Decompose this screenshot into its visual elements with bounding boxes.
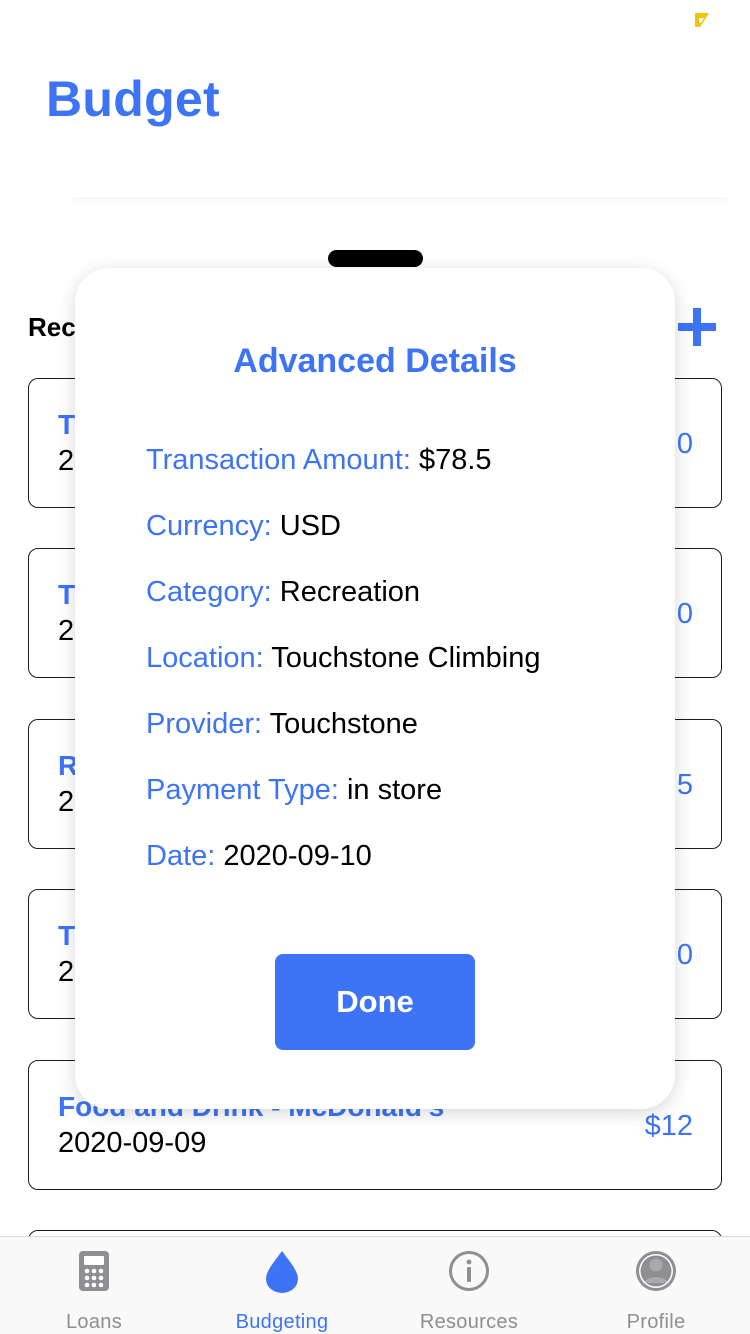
detail-label: Transaction Amount: [146, 444, 411, 476]
status-indicator-icon [695, 13, 709, 27]
done-button[interactable]: Done [275, 954, 475, 1050]
header-divider [70, 197, 730, 205]
transaction-date: 2 [58, 615, 75, 647]
detail-row-payment-type: Payment Type: in store [146, 774, 442, 807]
tab-bar: Loans Budgeting Resources Profile [0, 1236, 750, 1334]
detail-row-date: Date: 2020-09-10 [146, 840, 372, 873]
drop-icon [266, 1251, 298, 1293]
sheet-drag-handle[interactable] [328, 250, 423, 267]
transaction-amount: 0 [676, 598, 693, 630]
detail-label: Currency: [146, 510, 272, 542]
detail-label: Date: [146, 840, 216, 872]
transaction-amount: 0 [676, 939, 693, 971]
transaction-title: T [58, 409, 76, 440]
tab-resources[interactable]: Resources [375, 1237, 563, 1334]
tab-loans[interactable]: Loans [0, 1237, 188, 1334]
detail-row-category: Category: Recreation [146, 576, 420, 609]
transaction-date: 2 [58, 445, 75, 477]
plus-icon[interactable] [678, 307, 718, 347]
detail-row-amount: Transaction Amount: $78.5 [146, 444, 492, 477]
tab-label: Budgeting [235, 1311, 329, 1333]
tab-budgeting[interactable]: Budgeting [188, 1237, 376, 1334]
detail-value: in store [346, 774, 443, 806]
transaction-date: 2 [58, 786, 75, 818]
transaction-title: T [58, 579, 76, 610]
transaction-amount: 5 [676, 769, 693, 801]
calculator-icon [79, 1251, 109, 1291]
page-title: Budget [46, 71, 220, 127]
detail-label: Provider: [146, 708, 263, 740]
detail-value: Touchstone [269, 708, 418, 740]
detail-row-provider: Provider: Touchstone [146, 708, 418, 741]
transaction-title: T [58, 920, 76, 951]
tab-profile[interactable]: Profile [562, 1237, 750, 1334]
tab-label: Loans [66, 1311, 122, 1333]
detail-row-location: Location: Touchstone Climbing [146, 642, 540, 675]
transaction-date: 2020-09-09 [58, 1127, 207, 1159]
transaction-amount: 0 [676, 428, 693, 460]
person-icon [636, 1251, 676, 1291]
tab-label: Resources [419, 1311, 519, 1333]
detail-value: $78.5 [418, 444, 492, 476]
modal-title: Advanced Details [233, 342, 517, 380]
detail-value: Touchstone Climbing [271, 642, 541, 674]
detail-value: USD [279, 510, 341, 542]
transaction-date: 2 [58, 956, 75, 988]
detail-value: 2020-09-10 [223, 840, 372, 872]
detail-label: Category: [146, 576, 272, 608]
info-icon [449, 1251, 489, 1291]
advanced-details-modal: Advanced Details Transaction Amount: $78… [75, 268, 675, 1109]
detail-label: Payment Type: [146, 774, 339, 806]
transaction-amount: $12 [644, 1110, 693, 1142]
detail-label: Location: [146, 642, 264, 674]
detail-row-currency: Currency: USD [146, 510, 341, 543]
detail-value: Recreation [279, 576, 421, 608]
tab-label: Profile [626, 1311, 686, 1333]
